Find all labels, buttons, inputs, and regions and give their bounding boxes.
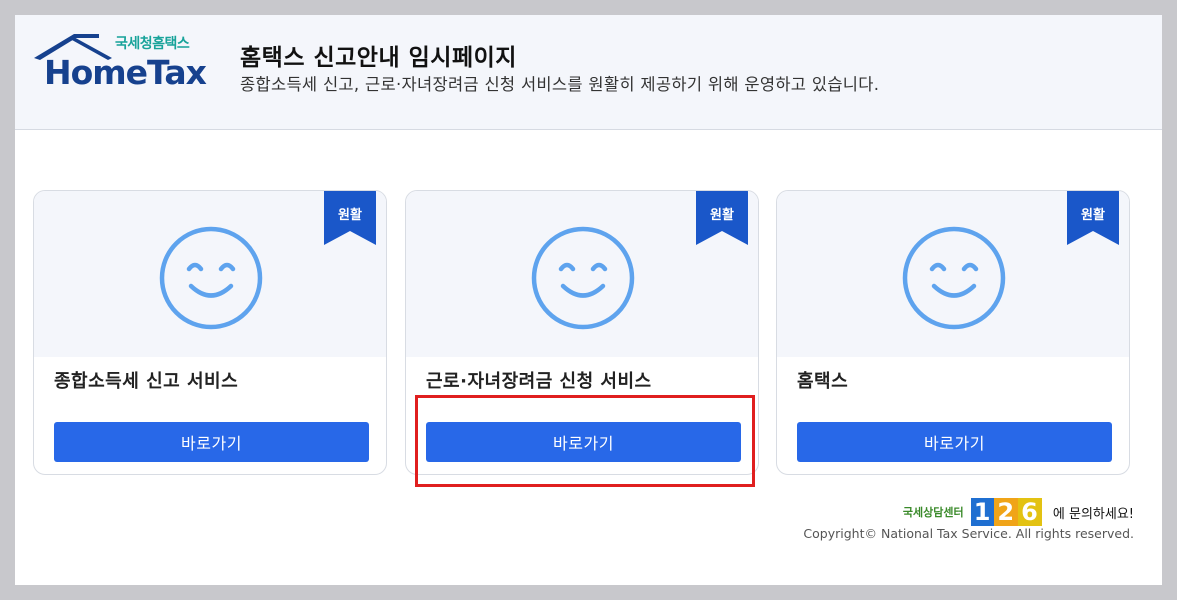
smiley-icon bbox=[902, 226, 1006, 330]
card-title: 근로·자녀장려금 신청 서비스 bbox=[426, 371, 652, 392]
header: 국세청홈택스 HomeTax 홈택스 신고안내 임시페이지 종합소득세 신고, … bbox=[15, 15, 1162, 130]
go-button-hometax[interactable]: 바로가기 bbox=[797, 422, 1112, 462]
page-subtitle: 종합소득세 신고, 근로·자녀장려금 신청 서비스를 원활히 제공하기 위해 운… bbox=[240, 75, 880, 94]
logo-brand-kr: 국세청홈택스 bbox=[115, 36, 190, 52]
page-frame: 국세청홈택스 HomeTax 홈택스 신고안내 임시페이지 종합소득세 신고, … bbox=[15, 15, 1162, 585]
page-title: 홈택스 신고안내 임시페이지 bbox=[240, 45, 517, 71]
status-badge: 원활 bbox=[710, 208, 734, 223]
status-badge: 원활 bbox=[1081, 208, 1105, 223]
help-center-text: 에 문의하세요! bbox=[1052, 506, 1134, 522]
go-button-income-tax[interactable]: 바로가기 bbox=[54, 422, 369, 462]
help-center-number: 126 bbox=[969, 498, 1044, 526]
service-card-incentive: 원활 근로·자녀장려금 신청 서비스 바로가기 bbox=[405, 190, 759, 475]
go-button-incentive[interactable]: 바로가기 bbox=[426, 422, 741, 462]
service-card-hometax: 원활 홈택스 바로가기 bbox=[776, 190, 1130, 475]
help-center-label: 국세상담센터 bbox=[902, 506, 964, 519]
copyright: Copyright© National Tax Service. All rig… bbox=[803, 526, 1134, 541]
card-title: 종합소득세 신고 서비스 bbox=[54, 371, 239, 392]
service-card-income-tax: 원활 종합소득세 신고 서비스 바로가기 bbox=[33, 190, 387, 475]
help-center-banner: 국세상담센터 126 에 문의하세요! bbox=[902, 498, 1134, 526]
smiley-icon bbox=[531, 226, 635, 330]
smiley-icon bbox=[159, 226, 263, 330]
logo-brand-en: HomeTax bbox=[44, 53, 207, 92]
card-title: 홈택스 bbox=[797, 371, 849, 392]
hometax-logo[interactable]: 국세청홈택스 HomeTax bbox=[32, 32, 207, 92]
status-badge: 원활 bbox=[338, 208, 362, 223]
